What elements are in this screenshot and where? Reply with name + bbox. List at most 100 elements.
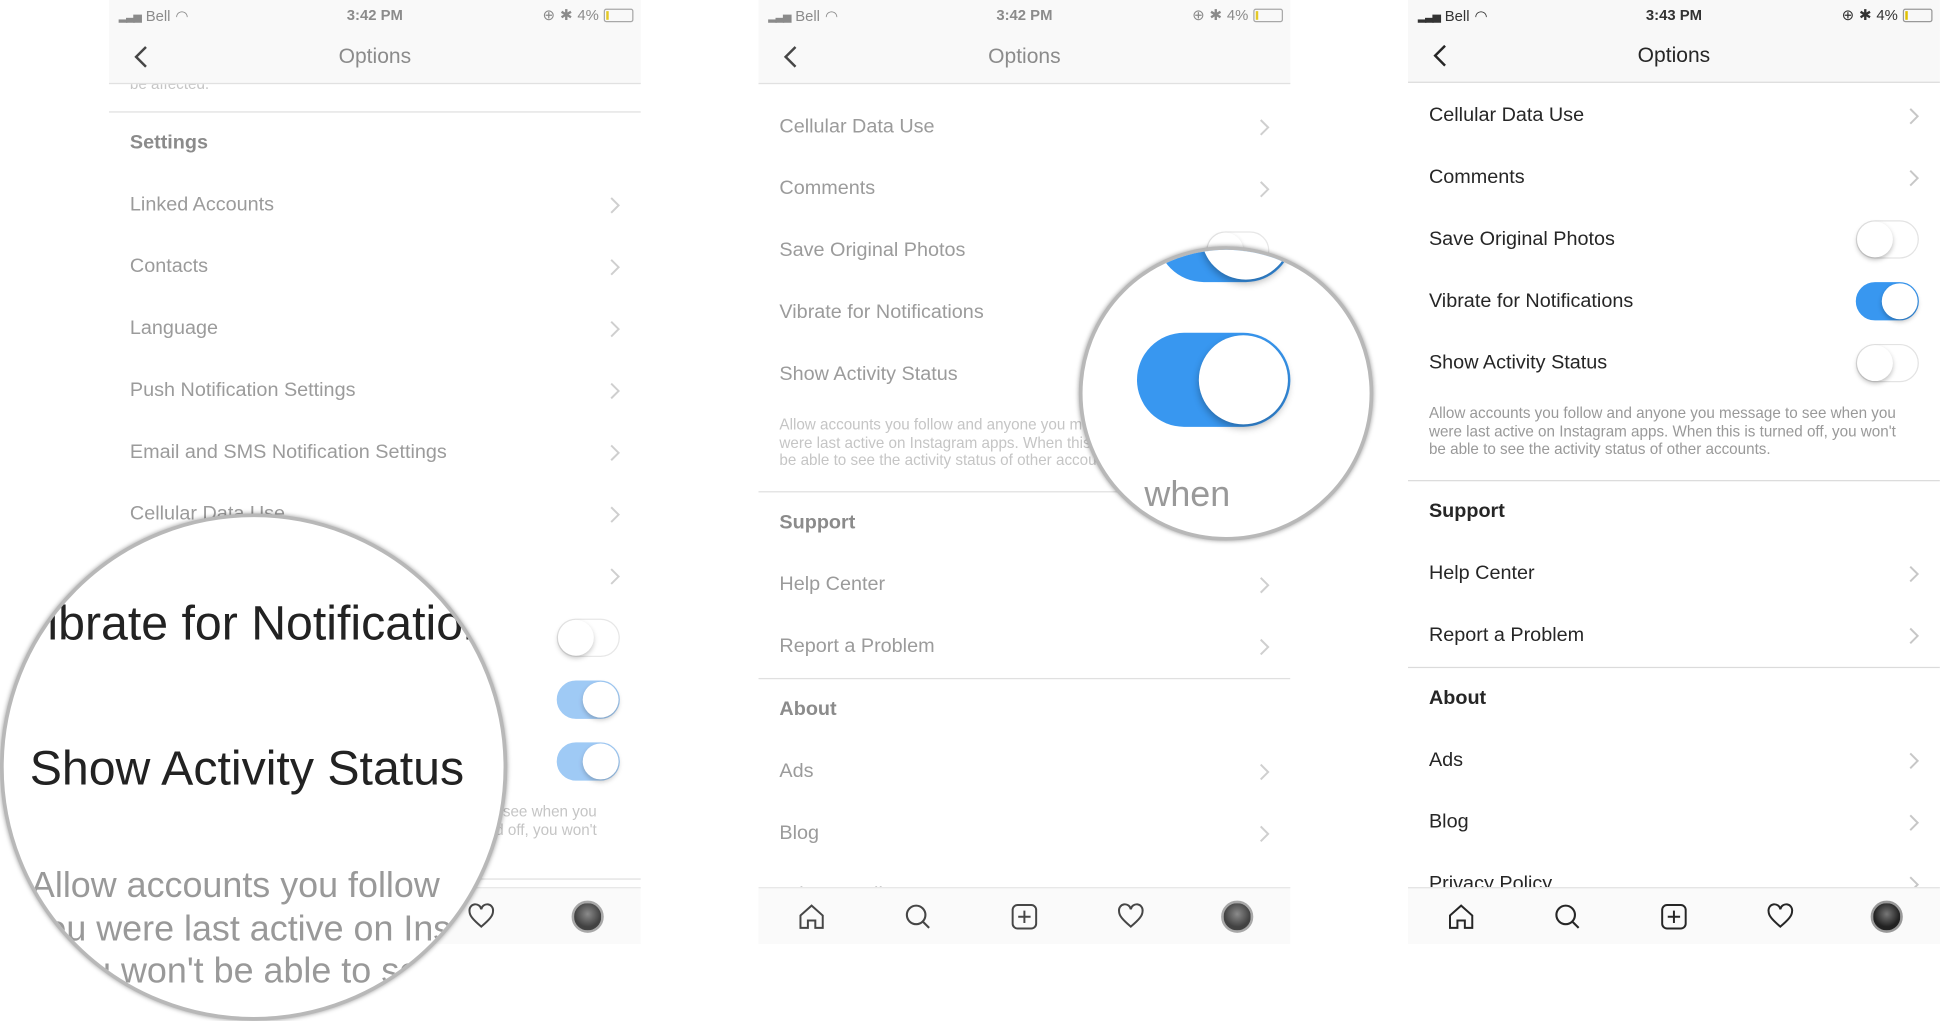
settings-row-vibrate-for-notifications[interactable]: Vibrate for Notifications [1408, 271, 1940, 333]
tab-home[interactable] [796, 900, 828, 932]
chevron-right-icon [609, 195, 621, 215]
tab-add[interactable] [1658, 900, 1690, 932]
magnified-description: you won't be able to see [53, 951, 440, 991]
settings-row-save-original-photos[interactable]: Save Original Photos [1408, 209, 1940, 271]
tab-bar [1407, 887, 1940, 944]
toggle-switch[interactable] [1855, 220, 1919, 259]
tab-heart[interactable] [1115, 900, 1147, 932]
chevron-right-icon [1258, 637, 1270, 657]
settings-row-help-center[interactable]: Help Center [758, 554, 1290, 616]
magnified-toggle-partial [1156, 249, 1293, 283]
battery-percent: 4% [577, 6, 599, 24]
magnified-description: you were last active on Instagram [28, 909, 503, 949]
bluetooth-icon: ✱ [1859, 6, 1872, 24]
settings-row-contacts[interactable]: Contacts [109, 236, 641, 298]
add-icon [1661, 903, 1687, 929]
chevron-right-icon [609, 257, 621, 277]
settings-list: Cellular Data Use Comments Save Original P… [1407, 85, 1940, 889]
orientation-lock-icon: ⊕ [1841, 6, 1855, 24]
row-label: Language [129, 317, 218, 339]
row-label: Help Center [1428, 562, 1535, 584]
tab-search[interactable] [1551, 900, 1583, 932]
row-label: Help Center [779, 574, 886, 596]
row-label: About [779, 699, 837, 721]
row-label: Push Notification Settings [129, 379, 356, 401]
tab-profile-avatar[interactable] [1221, 900, 1254, 933]
battery-icon [603, 8, 634, 22]
settings-row-cellular-data-use[interactable]: Cellular Data Use [1408, 85, 1940, 147]
settings-row-ads[interactable]: Ads [1408, 730, 1940, 792]
row-label: Email and SMS Notification Settings [129, 441, 447, 463]
settings-row-comments[interactable]: Comments [758, 158, 1290, 220]
tab-home[interactable] [1445, 900, 1477, 932]
tab-profile-avatar[interactable] [1870, 900, 1903, 933]
settings-row-report-a-problem[interactable]: Report a Problem [1408, 605, 1940, 667]
toggle-switch[interactable] [556, 680, 620, 719]
home-icon [799, 903, 824, 929]
settings-row-push-notification-settings[interactable]: Push Notification Settings [109, 360, 641, 422]
toggle-knob [557, 619, 594, 656]
toggle-switch[interactable] [1855, 282, 1919, 321]
row-label: Cellular Data Use [779, 116, 935, 138]
magnified-label: Vibrate for Notifications [16, 597, 508, 651]
tab-heart[interactable] [1764, 900, 1796, 932]
toggle-switch[interactable] [556, 618, 620, 657]
chevron-right-icon [1258, 762, 1270, 782]
tab-profile-avatar[interactable] [571, 900, 604, 933]
nav-bar: Options [108, 30, 641, 85]
row-label: Blog [779, 822, 820, 844]
toggle-knob [582, 681, 619, 718]
settings-row-help-center[interactable]: Help Center [1408, 543, 1940, 605]
settings-row-blog[interactable]: Blog [1408, 792, 1940, 854]
setting-description: be affected. [108, 84, 641, 113]
profile-avatar [571, 900, 604, 933]
settings-row-report-a-problem[interactable]: Report a Problem [758, 616, 1290, 678]
tab-search[interactable] [902, 900, 934, 932]
toggle-knob [582, 743, 619, 780]
chevron-right-icon [609, 443, 621, 463]
magnifier-callout: when [1078, 246, 1374, 541]
chevron-right-icon [1908, 813, 1920, 833]
battery-percent: 4% [1226, 6, 1249, 24]
settings-row-cellular-data-use[interactable]: Cellular Data Use [758, 97, 1290, 159]
chevron-right-icon [609, 381, 621, 401]
settings-list-viewport[interactable]: Cellular Data Use Comments Save Original P… [1407, 83, 1940, 889]
orientation-lock-icon: ⊕ [542, 6, 556, 24]
battery-icon [1902, 8, 1933, 22]
toggle-switch[interactable] [556, 742, 620, 781]
toggle-knob [1198, 335, 1288, 425]
search-icon [905, 903, 930, 929]
settings-row-ads[interactable]: Ads [758, 741, 1290, 803]
chevron-right-icon [1258, 824, 1270, 844]
row-label: Contacts [129, 256, 209, 278]
settings-row-linked-accounts[interactable]: Linked Accounts [109, 174, 641, 236]
settings-row-comments[interactable]: Comments [1408, 147, 1940, 209]
settings-row-privacy-policy[interactable]: Privacy Policy [1408, 854, 1940, 889]
toggle-switch[interactable] [1855, 343, 1919, 383]
section-header-support: Support [1408, 481, 1940, 543]
battery-icon [1253, 8, 1283, 22]
chevron-right-icon [609, 567, 621, 587]
settings-row-blog[interactable]: Blog [758, 803, 1290, 865]
row-label: Ads [779, 760, 814, 782]
settings-row-privacy-policy[interactable]: Privacy Policy [758, 865, 1290, 889]
chevron-right-icon [1908, 168, 1920, 188]
tutorial-composite: ▂▃▅ Bell ◠ 3:42 PM ⊕ ✱ 4% Options be affected. Se… [0, 0, 1940, 1021]
chevron-right-icon [1908, 106, 1920, 126]
toggle-knob [1857, 345, 1893, 382]
nav-bar: Options [1407, 29, 1940, 83]
chevron-right-icon [1258, 179, 1270, 199]
row-label: About [1428, 687, 1487, 709]
status-right: ⊕ ✱ 4% [1841, 6, 1933, 24]
section-header-about: About [1408, 668, 1940, 730]
settings-row-show-activity-status[interactable]: Show Activity Status [1408, 333, 1940, 395]
settings-row-language[interactable]: Language [109, 298, 641, 360]
settings-row-email-and-sms-notification-settings[interactable]: Email and SMS Notification Settings [109, 422, 641, 484]
tab-add[interactable] [1008, 900, 1040, 932]
row-label: Ads [1428, 749, 1464, 771]
chevron-right-icon [1908, 626, 1920, 646]
row-label: Cellular Data Use [1428, 105, 1585, 127]
section-header-settings: Settings [109, 113, 641, 175]
bluetooth-icon: ✱ [1209, 6, 1222, 24]
magnified-description: Allow accounts you follow [30, 866, 440, 906]
